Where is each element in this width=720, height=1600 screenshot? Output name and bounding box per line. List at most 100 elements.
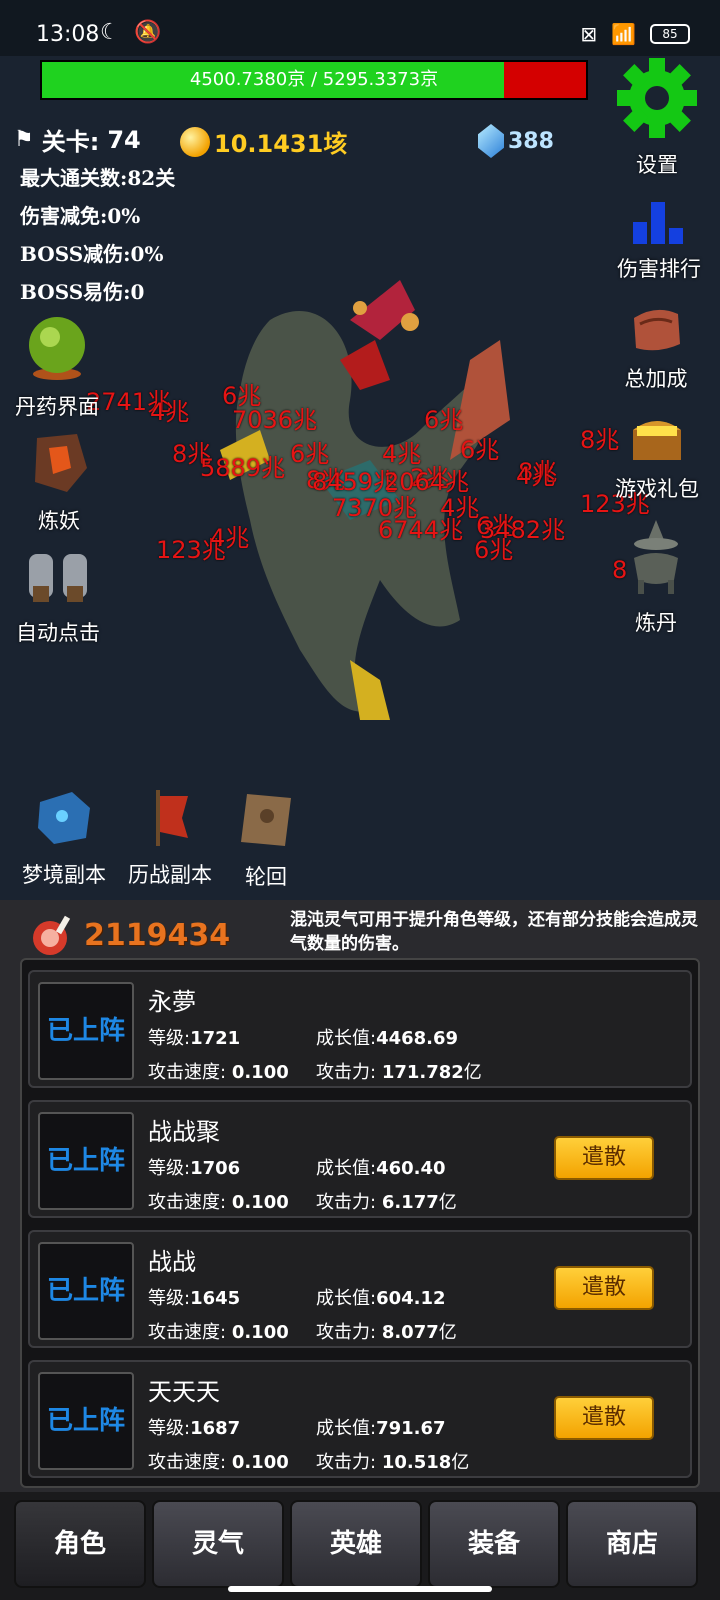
hero-attack: 攻击力: 8.077亿 [316,1318,457,1344]
hero-card[interactable]: 已上阵 战战 等级:1645 成长值:604.12 攻击速度: 0.100 攻击… [28,1230,692,1348]
coin-value: 10.1431垓 [214,130,348,158]
damage-number: 4兆 [150,398,190,426]
boss-damage-reduction: BOSS减伤:0% [20,242,164,266]
blue-stone-icon [38,792,90,844]
dismiss-button[interactable]: 遣散 [554,1396,654,1440]
dismiss-button[interactable]: 遣散 [554,1266,654,1310]
deployed-badge[interactable]: 已上阵 [38,982,134,1080]
scroll-icon [634,309,680,351]
hero-growth: 成长值:604.12 [316,1284,446,1310]
dismiss-button[interactable]: 遣散 [554,1136,654,1180]
hero-card[interactable]: 已上阵 天天天 等级:1687 成长值:791.67 攻击速度: 0.100 攻… [28,1360,692,1478]
status-bar: 13:08 ☾ 🔕 ⊠ 📶 85 [0,0,720,56]
dream-dungeon-button[interactable]: 梦境副本 [16,788,112,889]
auto-click-label: 自动点击 [16,621,100,645]
attack-value: 10.518 [381,1452,452,1473]
status-time: 13:08 [36,22,100,47]
hero-card[interactable]: 已上阵 永夢 等级:1721 成长值:4468.69 攻击速度: 0.100 攻… [28,970,692,1088]
gem-counter: 388 [478,124,554,158]
level-label: 等级: [148,1288,191,1309]
attack-unit: 亿 [463,1062,482,1083]
refine-demon-label: 炼妖 [38,509,80,533]
speed-value: 0.100 [231,1062,289,1083]
total-bonus-button[interactable]: 总加成 [606,304,706,393]
hero-attack: 攻击力: 171.782亿 [316,1058,482,1084]
growth-label: 成长值: [316,1288,377,1309]
level-label: 等级: [148,1158,191,1179]
deployed-badge[interactable]: 已上阵 [38,1372,134,1470]
boss-hp-bar: 4500.7380京 / 5295.3373京 [40,60,588,100]
tab-qi[interactable]: 灵气 [152,1500,284,1588]
pill-interface-button[interactable]: 丹药界面 [12,312,102,421]
home-indicator[interactable] [228,1586,492,1592]
tab-shop[interactable]: 商店 [566,1500,698,1588]
banner-icon [156,790,188,846]
demon-stone-icon [35,434,87,492]
pill-interface-label: 丹药界面 [15,395,99,419]
moon-icon: ☾ [100,20,120,45]
hero-speed: 攻击速度: 0.100 [148,1058,289,1084]
refine-demon-button[interactable]: 炼妖 [14,428,104,535]
settings-button[interactable]: 设置 [612,56,702,179]
max-stage: 最大通关数:82关 [20,166,176,190]
hero-speed: 攻击速度: 0.100 [148,1188,289,1214]
level-label: 等级: [148,1028,191,1049]
damage-number: 6兆 [474,536,514,564]
gear-icon [617,58,697,138]
meat-icon [33,915,71,955]
tab-equipment[interactable]: 装备 [428,1500,560,1588]
battle-dungeon-button[interactable]: 历战副本 [122,788,218,889]
bottom-tab-bar: 角色 灵气 英雄 装备 商店 [0,1492,720,1600]
alchemy-button[interactable]: 炼丹 [618,518,694,637]
hero-name: 战战 [148,1248,196,1276]
stage-indicator: ⚑ 关卡: 74 [14,122,141,157]
battle-dungeon-label: 历战副本 [128,863,212,887]
attack-label: 攻击力: [316,1322,377,1343]
attack-value: 6.177 [381,1192,439,1213]
wifi-icon: 📶 [611,22,636,46]
hero-card[interactable]: 已上阵 战战聚 等级:1706 成长值:460.40 攻击速度: 0.100 攻… [28,1100,692,1218]
reincarnation-label: 轮回 [245,865,287,889]
boss-vulnerability: BOSS易伤:0 [20,280,145,304]
attack-label: 攻击力: [316,1192,377,1213]
auto-click-button[interactable]: 自动点击 [10,546,106,647]
growth-value: 604.12 [376,1288,446,1309]
damage-number: 6兆 [460,436,500,464]
damage-number: 4兆 [516,462,556,490]
deployed-badge[interactable]: 已上阵 [38,1112,134,1210]
growth-label: 成长值: [316,1028,377,1049]
book-icon [241,794,291,846]
damage-ranking-button[interactable]: 伤害排行 [604,200,714,283]
game-gift-button[interactable]: 游戏礼包 [604,412,710,503]
coin-counter: 10.1431垓 [180,124,347,159]
qi-counter: 2119434 [30,912,230,958]
attack-label: 攻击力: [316,1452,377,1473]
growth-value: 460.40 [376,1158,446,1179]
hero-attack: 攻击力: 10.518亿 [316,1448,469,1474]
bar-chart-icon [633,202,683,244]
attack-unit: 亿 [438,1322,457,1343]
battery-icon: 85 [650,24,690,44]
qi-value: 2119434 [84,917,231,953]
speed-label: 攻击速度: [148,1452,227,1473]
mute-icon: 🔕 [134,20,162,45]
stage-label: 关卡: [41,128,100,156]
level-value: 1645 [190,1288,241,1309]
attack-value: 8.077 [381,1322,439,1343]
deployed-badge[interactable]: 已上阵 [38,1242,134,1340]
growth-label: 成长值: [316,1418,377,1439]
level-value: 1706 [190,1158,241,1179]
damage-number: 6兆 [424,406,464,434]
green-orb-icon [29,317,85,380]
attack-label: 攻击力: [316,1062,377,1083]
damage-reduction: 伤害减免:0% [20,204,141,228]
reincarnation-button[interactable]: 轮回 [234,788,298,891]
growth-value: 791.67 [376,1418,446,1439]
hero-speed: 攻击速度: 0.100 [148,1318,289,1344]
hero-attack: 攻击力: 6.177亿 [316,1188,457,1214]
gem-icon [478,124,504,158]
tab-character[interactable]: 角色 [14,1500,146,1588]
attack-value: 171.782 [381,1062,464,1083]
hero-level: 等级:1687 [148,1414,240,1440]
tab-heroes[interactable]: 英雄 [290,1500,422,1588]
